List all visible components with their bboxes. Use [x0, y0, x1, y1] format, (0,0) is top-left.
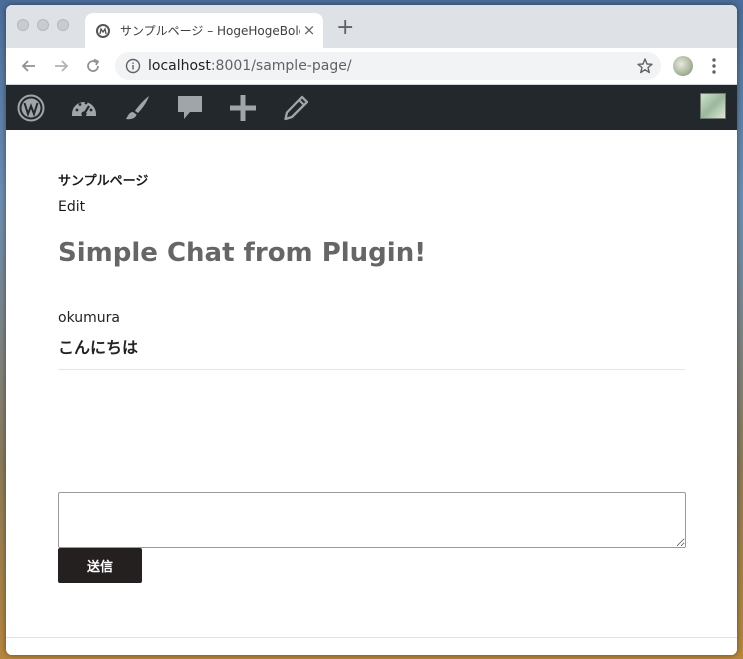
url-path: :8001/sample-page/ — [210, 58, 352, 74]
url-host: localhost — [148, 58, 211, 74]
message-divider — [58, 369, 685, 370]
browser-tab[interactable]: サンプルページ – HogeHogeBolg × — [85, 13, 323, 48]
url-text: localhost:8001/sample-page/ — [148, 57, 352, 75]
tab-close-icon[interactable]: × — [301, 22, 317, 38]
browser-window: サンプルページ – HogeHogeBolg × + localhost:800… — [6, 5, 737, 655]
close-window-button[interactable] — [17, 19, 29, 31]
dashboard-gauge-icon[interactable] — [70, 94, 98, 122]
page-title: サンプルページ — [58, 174, 149, 189]
back-arrow-icon[interactable] — [20, 57, 38, 75]
info-icon[interactable] — [125, 58, 141, 74]
chat-message-text: こんにちは — [58, 338, 139, 357]
footer-divider — [6, 637, 737, 638]
edit-pencil-icon[interactable] — [282, 94, 310, 122]
customize-brush-icon[interactable] — [123, 94, 151, 122]
user-avatar[interactable] — [700, 93, 726, 119]
wordpress-logo-icon[interactable] — [17, 94, 45, 122]
reload-icon[interactable] — [84, 57, 102, 75]
wp-admin-bar — [6, 85, 737, 130]
chat-message-user: okumura — [58, 310, 120, 326]
chat-message-input[interactable] — [58, 492, 686, 548]
profile-avatar[interactable] — [673, 56, 693, 76]
send-button[interactable]: 送信 — [58, 548, 142, 583]
tab-title: サンプルページ – HogeHogeBolg — [120, 24, 300, 38]
star-icon[interactable] — [636, 57, 654, 75]
chat-title: Simple Chat from Plugin! — [58, 238, 427, 268]
minimize-window-button[interactable] — [37, 19, 49, 31]
edit-link[interactable]: Edit — [58, 199, 85, 215]
browser-toolbar: localhost:8001/sample-page/ — [6, 48, 737, 85]
address-bar[interactable]: localhost:8001/sample-page/ — [115, 52, 661, 80]
forward-arrow-icon[interactable] — [52, 57, 70, 75]
comments-icon[interactable] — [176, 94, 204, 122]
maximize-window-button[interactable] — [57, 19, 69, 31]
new-plus-icon[interactable] — [229, 94, 257, 122]
site-favicon-icon — [96, 24, 110, 38]
tab-strip: サンプルページ – HogeHogeBolg × + — [6, 5, 737, 48]
new-tab-button[interactable]: + — [336, 17, 354, 39]
menu-dots-icon[interactable] — [709, 57, 719, 75]
page-content: サンプルページ Edit Simple Chat from Plugin! ok… — [6, 130, 737, 655]
